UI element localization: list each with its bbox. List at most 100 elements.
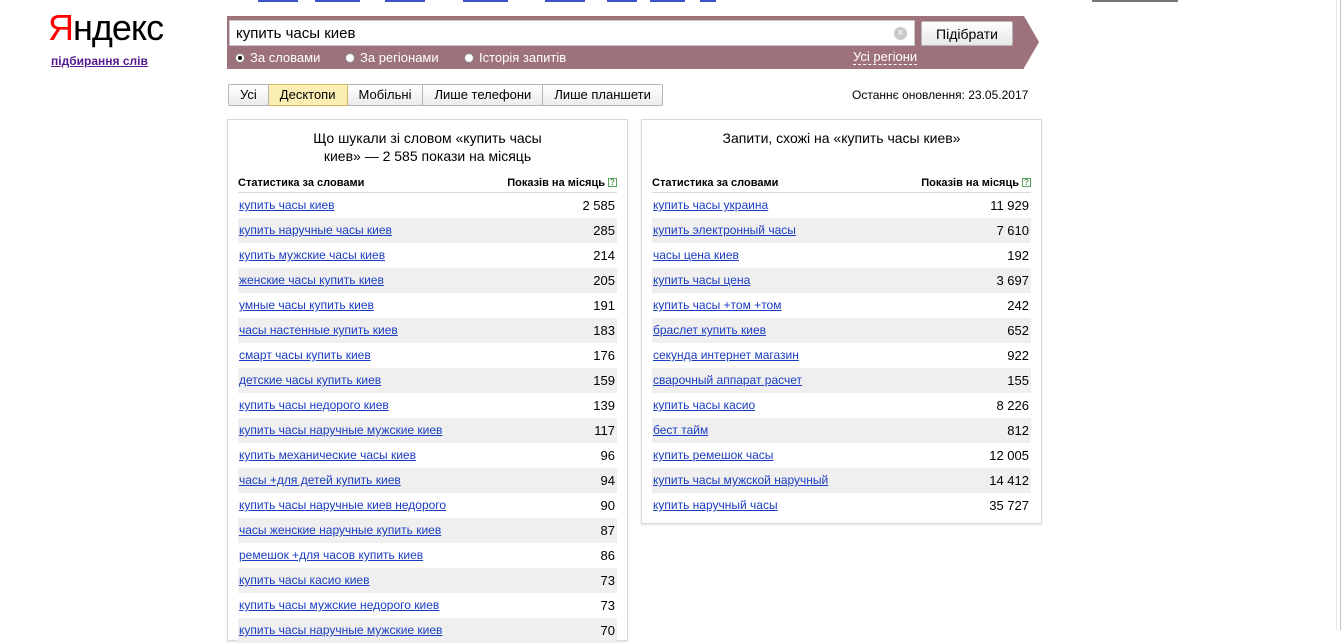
impressions-count: 94	[600, 473, 615, 488]
top-nav-link[interactable]	[700, 0, 716, 2]
clear-icon[interactable]: ×	[894, 27, 907, 40]
tab-tablets[interactable]: Лише планшети	[543, 84, 663, 106]
query-link[interactable]: купить наручные часы киев	[239, 218, 392, 243]
query-link[interactable]: браслет купить киев	[653, 318, 766, 343]
table-header: Статистика за словами Показів на місяць …	[238, 174, 617, 193]
table-row: детские часы купить киев 159	[238, 368, 617, 393]
query-link[interactable]: умные часы купить киев	[239, 293, 374, 318]
logo-rest: ндекс	[73, 7, 164, 48]
impressions-count: 922	[1007, 348, 1029, 363]
help-icon[interactable]: ?	[608, 178, 617, 187]
impressions-count: 139	[593, 398, 615, 413]
impressions-count: 205	[593, 273, 615, 288]
words-panel-title: Що шукали зі словом «купить часы киев» —…	[228, 120, 627, 165]
title-line: киев» — 2 585 покази на місяць	[323, 148, 532, 164]
table-row: женские часы купить киев 205	[238, 268, 617, 293]
service-name-link[interactable]: підбирання слів	[51, 54, 148, 68]
mode-radio-words[interactable]: За словами	[235, 50, 320, 65]
table-row: купить часы цена 3 697	[652, 268, 1031, 293]
query-link[interactable]: смарт часы купить киев	[239, 343, 371, 368]
query-link[interactable]: купить часы касио киев	[239, 568, 369, 593]
query-link[interactable]: купить наручный часы	[653, 493, 778, 518]
query-link[interactable]: купить часы киев	[239, 193, 335, 218]
search-bar-arrow	[1024, 16, 1039, 68]
impressions-count: 14 412	[989, 473, 1029, 488]
query-link[interactable]: часы настенные купить киев	[239, 318, 398, 343]
top-nav-link[interactable]	[545, 0, 585, 2]
impressions-count: 117	[594, 423, 615, 438]
query-link[interactable]: купить мужские часы киев	[239, 243, 385, 268]
query-link[interactable]: бест тайм	[653, 418, 708, 443]
impressions-count: 192	[1007, 248, 1029, 263]
query-link[interactable]: купить механические часы киев	[239, 443, 416, 468]
impressions-count: 2 585	[582, 198, 615, 213]
table-row: купить часы наручные мужские киев 70	[238, 618, 617, 643]
table-row: купить часы касио киев 73	[238, 568, 617, 593]
query-link[interactable]: сварочный аппарат расчет	[653, 368, 802, 393]
query-link[interactable]: купить часы украина	[653, 193, 768, 218]
similar-panel-title: Запити, схожі на «купить часы киев»	[722, 130, 961, 146]
impressions-count: 7 610	[996, 223, 1029, 238]
query-link[interactable]: купить часы мужские недорого киев	[239, 593, 439, 618]
yandex-logo[interactable]: Яндекс	[48, 6, 164, 50]
impressions-count: 159	[593, 373, 615, 388]
table-row: часы +для детей купить киев 94	[238, 468, 617, 493]
top-nav-link[interactable]	[650, 0, 685, 2]
user-menu-stub[interactable]	[1092, 0, 1178, 2]
impressions-count: 90	[600, 498, 615, 513]
table-row: купить наручные часы киев 285	[238, 218, 617, 243]
words-panel: Що шукали зі словом «купить часы киев» —…	[227, 119, 628, 643]
query-link[interactable]: часы +для детей купить киев	[239, 468, 401, 493]
table-row: часы женские наручные купить киев 87	[238, 518, 617, 543]
mode-radio-regions[interactable]: За регіонами	[345, 50, 439, 65]
tab-all[interactable]: Усі	[228, 84, 269, 106]
table-row: браслет купить киев 652	[652, 318, 1031, 343]
query-link[interactable]: секунда интернет магазин	[653, 343, 799, 368]
query-link[interactable]: женские часы купить киев	[239, 268, 384, 293]
title-line: Що шукали зі словом «купить часы	[313, 130, 542, 146]
top-nav-link[interactable]	[385, 0, 425, 2]
top-nav-link[interactable]	[315, 0, 360, 2]
top-nav-link[interactable]	[258, 0, 298, 2]
query-link[interactable]: купить часы недорого киев	[239, 393, 389, 418]
table-row: купить механические часы киев 96	[238, 443, 617, 468]
submit-button[interactable]: Підібрати	[921, 21, 1013, 46]
regions-select-link[interactable]: Усі регіони	[853, 50, 918, 65]
words-table: купить часы киев 2 585 купить наручные час…	[238, 193, 617, 643]
tab-desktops[interactable]: Десктопи	[268, 84, 348, 106]
radio-checked-icon	[235, 52, 245, 63]
query-link[interactable]: купить электронный часы	[653, 218, 796, 243]
table-row: купить электронный часы 7 610	[652, 218, 1031, 243]
table-row: купить наручный часы 35 727	[652, 493, 1031, 518]
query-link[interactable]: ремешок +для часов купить киев	[239, 543, 423, 568]
mode-radio-history[interactable]: Історія запитів	[464, 50, 566, 65]
query-link[interactable]: часы женские наручные купить киев	[239, 518, 441, 543]
help-icon[interactable]: ?	[1022, 178, 1031, 187]
top-nav-link[interactable]	[463, 0, 508, 2]
query-link[interactable]: купить часы наручные киев недорого	[239, 493, 446, 518]
query-link[interactable]: детские часы купить киев	[239, 368, 381, 393]
table-row: купить часы недорого киев 139	[238, 393, 617, 418]
query-link[interactable]: купить часы касио	[653, 393, 755, 418]
query-link[interactable]: купить часы наручные мужские киев	[239, 618, 442, 643]
table-row: ремешок +для часов купить киев 86	[238, 543, 617, 568]
impressions-count: 73	[600, 573, 615, 588]
query-link[interactable]: купить часы +том +том	[653, 293, 781, 318]
impressions-count: 183	[593, 323, 615, 338]
query-link[interactable]: купить часы мужской наручный	[653, 468, 828, 493]
tab-mobile[interactable]: Мобільні	[347, 84, 424, 106]
impressions-count: 652	[1007, 323, 1029, 338]
similar-table: купить часы украина 11 929 купить электрон…	[652, 193, 1031, 518]
query-link[interactable]: купить часы цена	[653, 268, 750, 293]
query-link[interactable]: купить часы наручные мужские киев	[239, 418, 442, 443]
last-updated: Останнє оновлення: 23.05.2017	[852, 88, 1029, 102]
table-row: сварочный аппарат расчет 155	[652, 368, 1031, 393]
top-nav-link[interactable]	[607, 0, 637, 2]
query-link[interactable]: часы цена киев	[653, 243, 739, 268]
scrollbar-edge	[1340, 0, 1341, 630]
query-link[interactable]: купить ремешок часы	[653, 443, 773, 468]
table-row: смарт часы купить киев 176	[238, 343, 617, 368]
mode-label: За словами	[250, 50, 321, 65]
search-input[interactable]	[229, 20, 915, 46]
tab-phones[interactable]: Лише телефони	[423, 84, 544, 106]
